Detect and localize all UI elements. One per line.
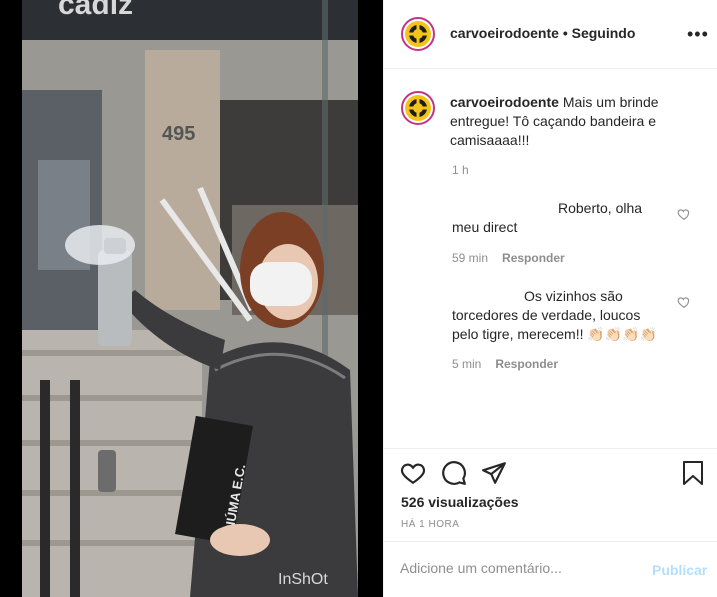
- post-header: carvoeirodoente • Seguindo •••: [384, 0, 717, 69]
- comment-input[interactable]: [400, 560, 630, 576]
- comment-1-time[interactable]: 59 min: [452, 251, 488, 265]
- post-caption: carvoeirodoente Mais um brinde entregue!…: [450, 93, 704, 150]
- comment-2-like-heart-icon[interactable]: [677, 295, 691, 309]
- avatar-logo: [401, 91, 435, 125]
- add-comment-bar: Publicar: [384, 541, 717, 597]
- building-number: 495: [162, 123, 195, 145]
- publish-button[interactable]: Publicar: [652, 562, 707, 578]
- post-time-ago[interactable]: HÁ 1 HORA: [401, 519, 459, 530]
- more-options-icon[interactable]: •••: [687, 24, 709, 45]
- header-separator: •: [562, 25, 568, 41]
- author-avatar[interactable]: [401, 17, 435, 51]
- comment-1-reply-button[interactable]: Responder: [502, 251, 565, 265]
- comment-2: Os vizinhos são torcedores de verdade, l…: [452, 287, 666, 344]
- caption-avatar[interactable]: [401, 91, 435, 125]
- comment-1-like-heart-icon[interactable]: [677, 207, 691, 221]
- header-username[interactable]: carvoeirodoente: [450, 25, 559, 41]
- comment-2-meta: 5 min Responder: [452, 357, 558, 371]
- header-text: carvoeirodoente • Seguindo: [450, 25, 635, 41]
- follow-status[interactable]: Seguindo: [572, 25, 636, 41]
- share-icon[interactable]: [481, 460, 507, 486]
- heart-icon[interactable]: [400, 460, 426, 486]
- comment-1: Roberto, olha meu direct: [452, 199, 652, 237]
- comment-1-text: Roberto, olha meu direct: [452, 200, 643, 235]
- comment-1-meta: 59 min Responder: [452, 251, 565, 265]
- video-frame: cadiz 495 CIÚMA E.C. InShOt: [0, 0, 383, 597]
- building-sign: cadiz: [58, 0, 133, 21]
- inshot-watermark: InShOt: [278, 571, 328, 588]
- comment-2-text: Os vizinhos são torcedores de verdade, l…: [452, 288, 658, 342]
- view-count[interactable]: 526 visualizações: [401, 494, 519, 510]
- avatar-logo: [401, 17, 435, 51]
- post-video[interactable]: cadiz 495 CIÚMA E.C. InShOt: [0, 0, 383, 597]
- post-side-panel: carvoeirodoente • Seguindo ••• carvoeiro…: [383, 0, 717, 597]
- bookmark-icon[interactable]: [681, 460, 705, 486]
- caption-time[interactable]: 1 h: [452, 163, 469, 177]
- comment-2-time[interactable]: 5 min: [452, 357, 481, 371]
- actions-divider: [384, 448, 717, 449]
- comment-2-reply-button[interactable]: Responder: [495, 357, 558, 371]
- caption-username[interactable]: carvoeirodoente: [450, 94, 559, 110]
- comment-icon[interactable]: [441, 460, 467, 486]
